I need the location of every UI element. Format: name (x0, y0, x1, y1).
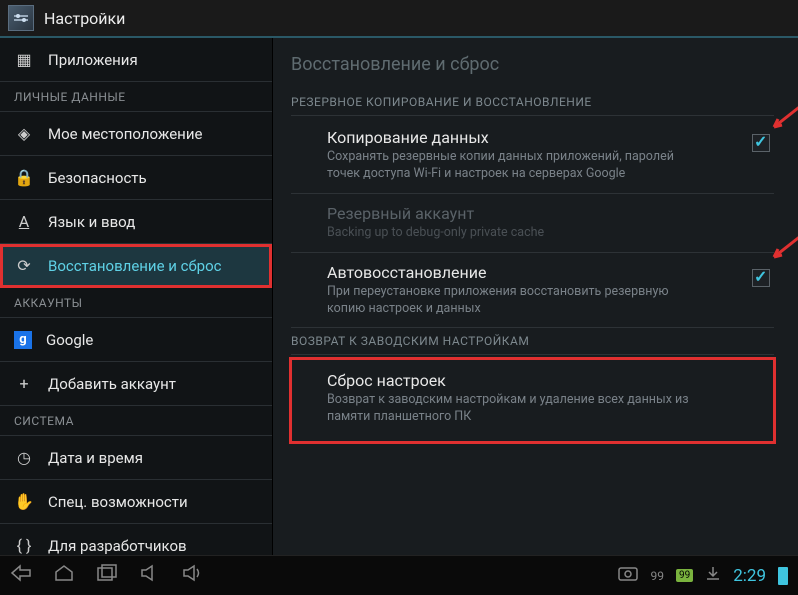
volume-up-icon[interactable] (182, 564, 206, 587)
setting-text: Автовосстановление При переустановке при… (327, 263, 752, 318)
setting-title: Сброс настроек (327, 371, 720, 390)
sidebar-item-label: Дата и время (48, 449, 143, 467)
sidebar-item-label: Добавить аккаунт (48, 375, 176, 393)
download-icon[interactable] (705, 565, 721, 586)
sidebar-item-label: Мое местоположение (48, 125, 202, 143)
sidebar-item-apps[interactable]: ▦ Приложения (0, 38, 272, 82)
sidebar-item-language[interactable]: A Язык и ввод (0, 200, 272, 244)
annotation-arrow (764, 233, 798, 263)
header-title: Настройки (44, 9, 125, 28)
sidebar-item-label: Спец. возможности (48, 493, 188, 511)
setting-subtitle: Возврат к заводским настройкам и удалени… (327, 392, 720, 426)
sidebar-item-label: Восстановление и сброс (48, 257, 221, 275)
header: Настройки (0, 0, 798, 38)
sidebar-section-personal: ЛИЧНЫЕ ДАННЫЕ (0, 82, 272, 112)
sidebar-item-label: Безопасность (48, 169, 147, 187)
sidebar-item-label: Приложения (48, 51, 138, 69)
setting-backup-account[interactable]: Резервный аккаунт Backing up to debug-on… (291, 194, 774, 253)
battery-pct: 99 (650, 569, 664, 583)
setting-title: Резервный аккаунт (327, 204, 720, 223)
sidebar-item-security[interactable]: 🔒 Безопасность (0, 156, 272, 200)
lock-icon: 🔒 (14, 168, 34, 187)
nav-left (10, 564, 206, 587)
section-factory-header: ВОЗВРАТ К ЗАВОДСКИМ НАСТРОЙКАМ (291, 328, 774, 355)
setting-auto-restore[interactable]: Автовосстановление При переустановке при… (291, 253, 774, 329)
reset-icon: ⟳ (14, 256, 34, 275)
setting-subtitle: При переустановке приложения восстановит… (327, 284, 702, 318)
sidebar: ▦ Приложения ЛИЧНЫЕ ДАННЫЕ ◈ Мое местопо… (0, 38, 273, 555)
setting-text: Сброс настроек Возврат к заводским настр… (327, 371, 770, 426)
checkbox-auto-restore[interactable] (752, 269, 770, 287)
annotation-arrow (764, 103, 798, 133)
braces-icon: { } (14, 536, 34, 555)
hand-icon: ✋ (14, 492, 34, 511)
settings-app-icon (8, 5, 34, 31)
clock[interactable]: 2:29 (733, 566, 766, 586)
home-icon[interactable] (54, 564, 74, 587)
language-icon: A (14, 212, 34, 231)
back-icon[interactable] (10, 564, 32, 587)
body: ▦ Приложения ЛИЧНЫЕ ДАННЫЕ ◈ Мое местопо… (0, 38, 798, 555)
setting-subtitle: Backing up to debug-only private cache (327, 225, 720, 242)
checkbox-backup-data[interactable] (752, 134, 770, 152)
sidebar-section-accounts: АККАУНТЫ (0, 288, 272, 318)
volume-down-icon[interactable] (140, 564, 160, 587)
navbar: 99 99 2:29 (0, 555, 798, 595)
setting-backup-data[interactable]: Копирование данных Сохранять резервные к… (291, 118, 774, 194)
sidebar-item-label: Google (46, 331, 93, 349)
location-icon: ◈ (14, 124, 34, 143)
content-title: Восстановление и сброс (291, 54, 774, 75)
plus-icon: + (14, 374, 34, 393)
content-panel: Восстановление и сброс РЕЗЕРВНОЕ КОПИРОВ… (273, 38, 798, 555)
setting-text: Копирование данных Сохранять резервные к… (327, 128, 752, 183)
setting-text: Резервный аккаунт Backing up to debug-on… (327, 204, 770, 242)
nav-right: 99 99 2:29 (618, 565, 788, 586)
sidebar-item-accessibility[interactable]: ✋ Спец. возможности (0, 480, 272, 524)
notification-badge[interactable]: 99 (676, 569, 693, 582)
sidebar-item-label: Для разработчиков (48, 537, 187, 555)
battery-icon[interactable] (778, 567, 788, 585)
sidebar-section-system: СИСТЕМА (0, 406, 272, 436)
clock-icon: ◷ (14, 448, 34, 467)
google-icon: g (14, 331, 32, 349)
setting-title: Автовосстановление (327, 263, 702, 282)
sidebar-item-label: Язык и ввод (48, 213, 135, 231)
sidebar-item-developer[interactable]: { } Для разработчиков (0, 524, 272, 555)
section-backup-header: РЕЗЕРВНОЕ КОПИРОВАНИЕ И ВОССТАНОВЛЕНИЕ (291, 89, 774, 116)
apps-icon: ▦ (14, 50, 34, 69)
sidebar-item-add-account[interactable]: + Добавить аккаунт (0, 362, 272, 406)
recents-icon[interactable] (96, 564, 118, 587)
setting-factory-reset[interactable]: Сброс настроек Возврат к заводским настр… (291, 359, 774, 442)
setting-subtitle: Сохранять резервные копии данных приложе… (327, 149, 702, 183)
sidebar-item-backup-reset[interactable]: ⟳ Восстановление и сброс (0, 244, 272, 288)
setting-title: Копирование данных (327, 128, 702, 147)
sidebar-item-location[interactable]: ◈ Мое местоположение (0, 112, 272, 156)
sidebar-item-google[interactable]: g Google (0, 318, 272, 362)
sidebar-item-datetime[interactable]: ◷ Дата и время (0, 436, 272, 480)
screenshot-icon[interactable] (618, 565, 638, 586)
